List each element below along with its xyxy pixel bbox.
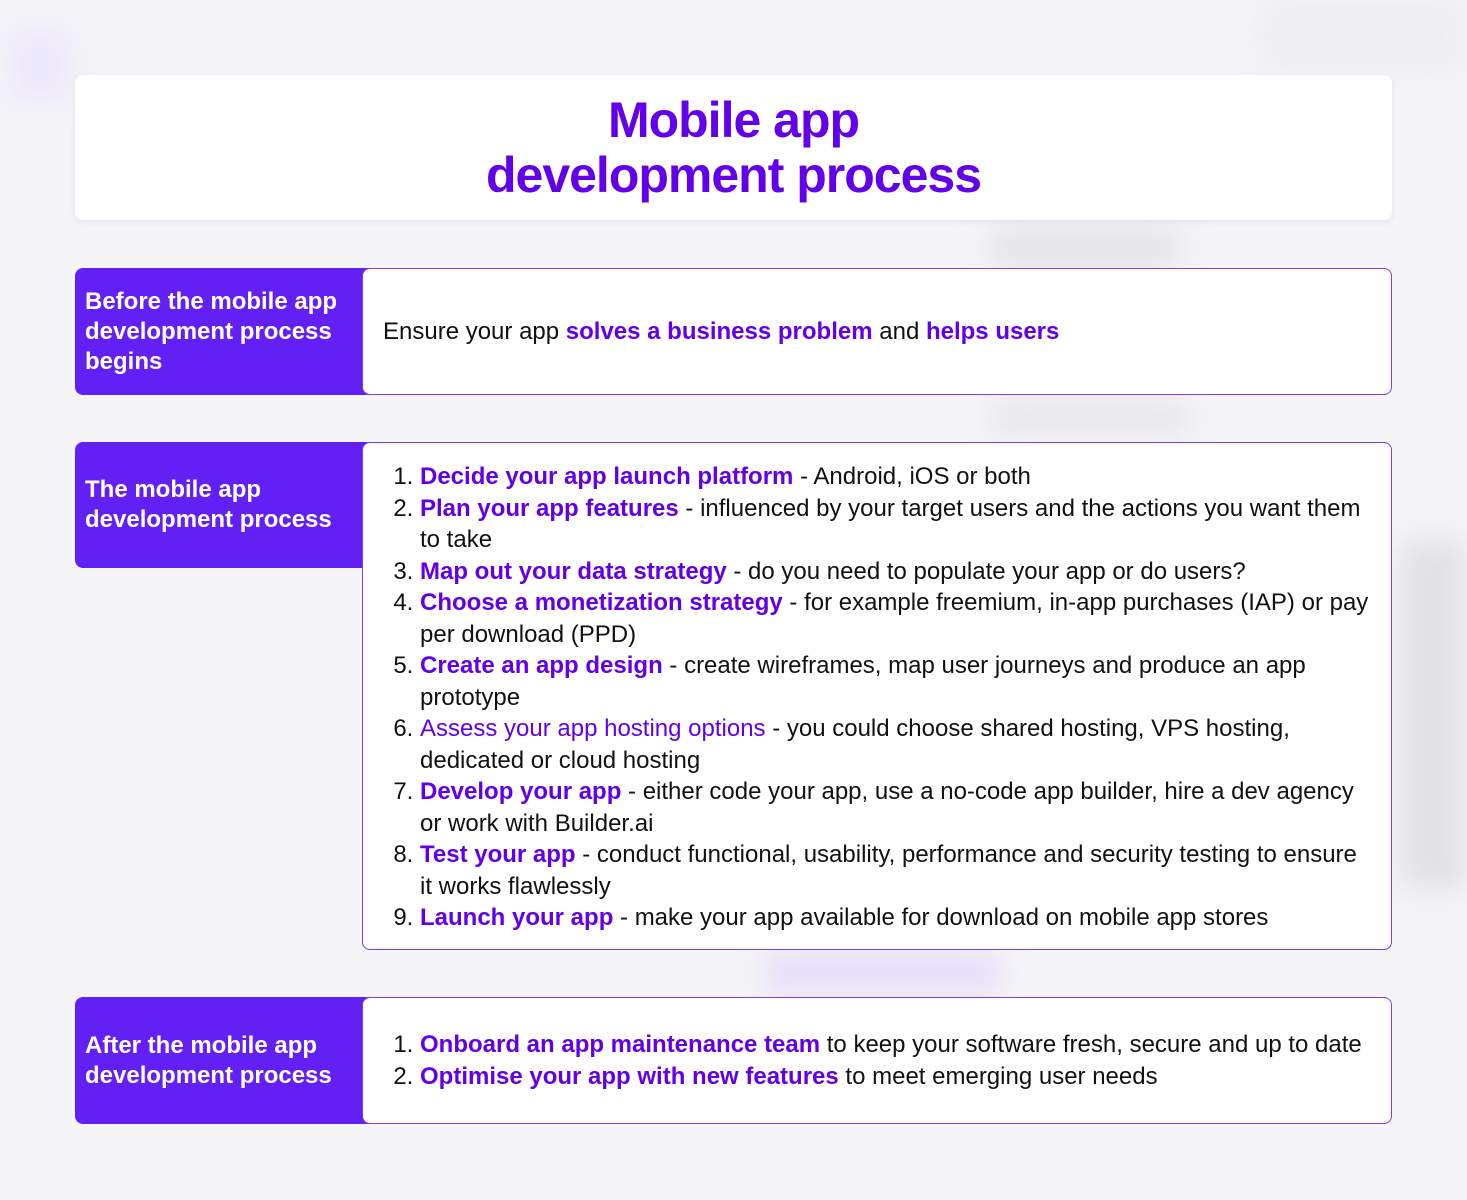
list-item: Develop your app - either code your app,…	[420, 776, 1371, 839]
step-title: Launch your app	[420, 904, 614, 931]
highlight-business-problem: solves a business problem	[565, 317, 873, 345]
step-title: Decide your app launch platform	[420, 463, 794, 490]
list-item: Launch your app - make your app availabl…	[420, 902, 1371, 934]
background-blur	[10, 30, 70, 100]
step-description: to meet emerging user needs	[838, 1062, 1158, 1090]
section-process: The mobile app development process Decid…	[75, 442, 1392, 950]
statement-middle: and	[872, 317, 926, 345]
step-title: Map out your data strategy	[420, 557, 727, 585]
title-line-2: development process	[485, 146, 982, 203]
step-title: Develop your app	[420, 778, 622, 805]
step-description: - make your app available for download o…	[613, 904, 1269, 931]
section-before: Before the mobile app development proces…	[75, 268, 1392, 395]
step-title: Create an app design	[420, 652, 663, 679]
list-item: Assess your app hosting options - you co…	[420, 713, 1371, 776]
list-item: Onboard an app maintenance team to keep …	[420, 1029, 1362, 1061]
title-line-1: Mobile app	[607, 91, 860, 148]
after-steps-list: Onboard an app maintenance team to keep …	[383, 1029, 1362, 1092]
list-item: Plan your app features - influenced by y…	[420, 493, 1371, 556]
statement-prefix: Ensure your app	[383, 317, 566, 345]
process-steps-list: Decide your app launch platform - Androi…	[383, 461, 1371, 934]
section-label-before: Before the mobile app development proces…	[75, 268, 375, 395]
step-title: Choose a monetization strategy	[420, 589, 783, 616]
list-item: Map out your data strategy - do you need…	[420, 556, 1371, 588]
step-description: to keep your software fresh, secure and …	[820, 1031, 1362, 1058]
list-item: Test your app - conduct functional, usab…	[420, 839, 1371, 902]
list-item: Choose a monetization strategy - for exa…	[420, 587, 1371, 650]
step-title: Plan your app features	[420, 494, 679, 522]
list-item: Create an app design - create wireframes…	[420, 650, 1371, 713]
title-card: Mobile app development process	[75, 75, 1392, 220]
background-blur	[990, 228, 1180, 268]
section-content-after: Onboard an app maintenance team to keep …	[362, 997, 1392, 1124]
highlight-helps-users: helps users	[925, 317, 1060, 345]
step-description: - Android, iOS or both	[793, 463, 1031, 490]
list-item: Optimise your app with new features to m…	[420, 1061, 1362, 1093]
section-label-process: The mobile app development process	[75, 442, 375, 568]
background-blur	[1400, 540, 1467, 890]
section-after: After the mobile app development process…	[75, 997, 1392, 1124]
page-title: Mobile app development process	[485, 91, 982, 203]
step-title: Onboard an app maintenance team	[420, 1031, 821, 1058]
section-content-process: Decide your app launch platform - Androi…	[362, 442, 1392, 950]
background-blur	[765, 950, 1000, 995]
section-content-before: Ensure your app solves a business proble…	[362, 268, 1392, 395]
step-title: Optimise your app with new features	[420, 1062, 839, 1090]
step-description: - do you need to populate your app or do…	[726, 557, 1246, 585]
background-blur	[1260, 0, 1467, 70]
section-label-after: After the mobile app development process	[75, 997, 375, 1124]
list-item: Decide your app launch platform - Androi…	[420, 461, 1371, 493]
step-title: Test your app	[420, 841, 576, 868]
step-title: Assess your app hosting options	[420, 715, 766, 742]
before-statement: Ensure your app solves a business proble…	[383, 316, 1059, 348]
background-blur	[990, 398, 1190, 438]
